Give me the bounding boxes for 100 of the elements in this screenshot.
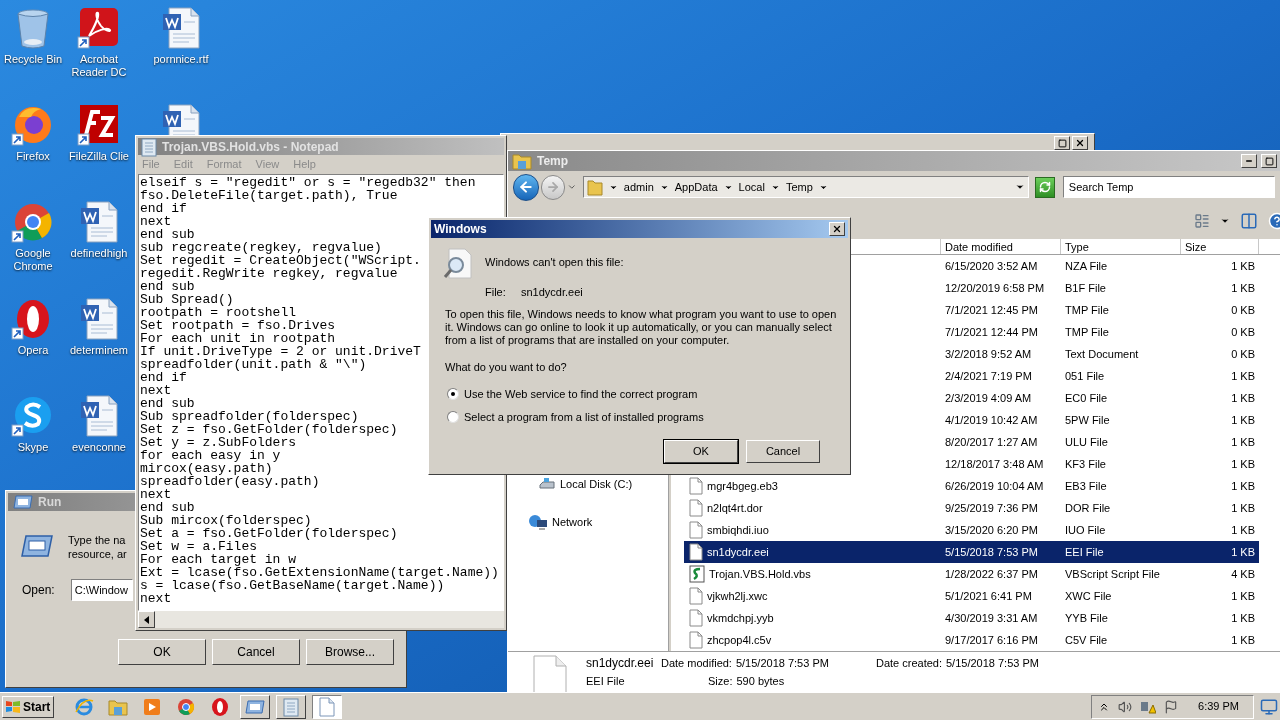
maximize-button[interactable]: [1054, 136, 1070, 150]
field-label: Open:: [22, 582, 55, 599]
speaker-icon[interactable]: [1118, 699, 1133, 714]
minimize-button[interactable]: [1241, 154, 1257, 168]
code-line: next: [140, 215, 172, 228]
file-row[interactable]: mgr4bgeg.eb3 6/26/2019 10:04 AM EB3 File 1 KB: [684, 475, 1259, 497]
radio-button[interactable]: [447, 411, 459, 424]
close-button[interactable]: [829, 222, 845, 236]
window-title: Windows: [434, 221, 487, 238]
file-name: sn1dycdr.eei: [521, 284, 583, 300]
type-cell-text: C5V File: [1064, 632, 1109, 648]
code-line: rootpath = rootshell: [140, 306, 297, 319]
file-row[interactable]: smbiqhdi.iuo 3/15/2020 6:20 PM IUO File 1 KB: [684, 519, 1259, 541]
code-line: Sub Spread(): [140, 293, 234, 306]
file-icon: [689, 543, 703, 561]
icon-label[interactable]: determinem: [69, 344, 129, 357]
code-line: for each easy in y: [140, 449, 281, 462]
horizontal-scrollbar[interactable]: [138, 611, 504, 628]
show-desktop-icon[interactable]: [1260, 697, 1278, 716]
flag-icon[interactable]: [1164, 699, 1179, 714]
dialog-heading: Windows can't open this file:: [485, 255, 624, 270]
code-line: end sub: [140, 501, 195, 514]
icon-label[interactable]: Opera: [17, 344, 49, 357]
address-bar[interactable]: admin AppData Local Temp: [582, 176, 1029, 198]
file-row[interactable]: vjkwh2lj.xwc 5/1/2021 6:41 PM XWC File 1 KB: [684, 585, 1259, 607]
dialog-button[interactable]: OK: [664, 439, 738, 463]
maximize-button[interactable]: [1261, 154, 1277, 168]
network-warning-icon[interactable]: [1140, 699, 1157, 714]
type-cell-text: B1F File: [1064, 280, 1107, 296]
dialog-question: What do you want to do?: [445, 360, 568, 375]
dialog-button[interactable]: Cancel: [746, 439, 820, 463]
column-header[interactable]: Type: [1061, 239, 1181, 254]
open-field[interactable]: C:\Window: [70, 579, 133, 601]
file-name: n2lqt4rt.dor: [707, 500, 763, 516]
icon-label[interactable]: definedhigh: [70, 247, 128, 260]
icon-label[interactable]: Google Chrome: [0, 247, 66, 273]
file-row[interactable]: sn1dycdr.eei 5/15/2018 7:53 PM EEI File 1 KB: [684, 541, 1259, 563]
drive-icon: [538, 476, 556, 492]
dialog-button[interactable]: Cancel: [212, 639, 300, 665]
file-icon: [689, 609, 703, 627]
size-cell-text: 1 KB: [1230, 390, 1256, 406]
code-line: If unit.DriveType = 2 or unit.DriveT: [140, 345, 421, 358]
dialog-button[interactable]: Browse...: [306, 639, 394, 665]
file-name: vjkwh2lj.xwc: [707, 588, 768, 604]
field-label: Size:: [708, 674, 733, 689]
refresh-button[interactable]: [1034, 176, 1055, 198]
type-cell-text: KF3 File: [1064, 456, 1107, 472]
icon-label[interactable]: Firefox: [16, 150, 50, 163]
code-line: For each unit in rootpath: [140, 332, 336, 345]
breadcrumb-item[interactable]: admin: [623, 178, 654, 196]
clock[interactable]: 6:39 PM: [1198, 698, 1239, 715]
size-cell-text: 1 KB: [1230, 258, 1256, 274]
breadcrumb-item[interactable]: Local: [738, 178, 765, 196]
run-icon[interactable]: [12, 493, 34, 511]
icon-label[interactable]: pornnice.rtf: [153, 53, 209, 66]
view-caret-icon[interactable]: [1220, 216, 1230, 226]
column-header[interactable]: Date modified: [941, 239, 1061, 254]
scroll-left-button[interactable]: [138, 611, 155, 628]
radio-button[interactable]: [447, 387, 459, 400]
code-line: end if: [140, 202, 187, 215]
start-button[interactable]: Start: [2, 695, 54, 718]
preview-pane-icon[interactable]: [1240, 212, 1258, 230]
radio-option[interactable]: Select a program from a list of installed programs: [447, 409, 848, 426]
icon-label[interactable]: evenconne: [72, 441, 126, 454]
file-row[interactable]: zhcpop4l.c5v 9/17/2017 6:16 PM C5V File 1 KB: [684, 629, 1259, 651]
back-button[interactable]: [513, 173, 540, 201]
icon-label[interactable]: Recycle Bin: [3, 53, 63, 66]
date-cell-text: 7/1/2021 12:44 PM: [944, 324, 1039, 340]
size-cell-text: 1 KB: [1230, 522, 1256, 538]
close-button[interactable]: [1072, 136, 1088, 150]
window-title: Trojan.VBS.Hold.vbs - Notepad: [162, 138, 339, 156]
date-cell-text: 3/15/2020 6:20 PM: [944, 522, 1039, 538]
file-icon: [689, 477, 703, 495]
code-line: next: [140, 592, 172, 605]
address-dropdown-icon[interactable]: [1014, 182, 1025, 192]
file-row[interactable]: n2lqt4rt.dor 9/25/2019 7:36 PM DOR File 1 KB: [684, 497, 1259, 519]
date-cell-text: 6/26/2019 10:04 AM: [944, 478, 1045, 494]
notepad-icon[interactable]: [140, 136, 158, 157]
icon-label[interactable]: Skype: [17, 441, 49, 454]
file-name: mgr4bgeg.eb3: [707, 478, 778, 494]
navigation-item[interactable]: Network: [528, 513, 668, 531]
radio-option[interactable]: Use the Web service to find the correct program: [447, 385, 848, 402]
icon-label[interactable]: Acrobat Reader DC: [66, 53, 132, 79]
dialog-button[interactable]: OK: [118, 639, 206, 665]
view-options-icon[interactable]: [1194, 213, 1210, 229]
file-row[interactable]: Trojan.VBS.Hold.vbs 1/28/2022 6:37 PM VBScript Script File 4 KB: [684, 563, 1259, 585]
refresh-icon: [1038, 181, 1051, 193]
size-cell-text: 1 KB: [1230, 412, 1256, 428]
breadcrumb-item[interactable]: Temp: [785, 178, 813, 196]
minimize-icon: [1245, 157, 1253, 165]
icon-label[interactable]: FileZilla Clie: [69, 150, 129, 163]
date-cell-text: 9/25/2019 7:36 PM: [944, 500, 1039, 516]
file-icon: [689, 587, 703, 605]
file-row[interactable]: vkmdchpj.yyb 4/30/2019 3:31 AM YYB File 1 KB: [684, 607, 1259, 629]
breadcrumb-item[interactable]: AppData: [674, 178, 718, 196]
navigation-item[interactable]: Local Disk (C:): [538, 475, 668, 493]
column-header[interactable]: Size: [1181, 239, 1259, 254]
size-cell-text: 1 KB: [1230, 434, 1256, 450]
search-field[interactable]: Search Temp: [1062, 176, 1275, 198]
network-icon: [528, 514, 548, 530]
